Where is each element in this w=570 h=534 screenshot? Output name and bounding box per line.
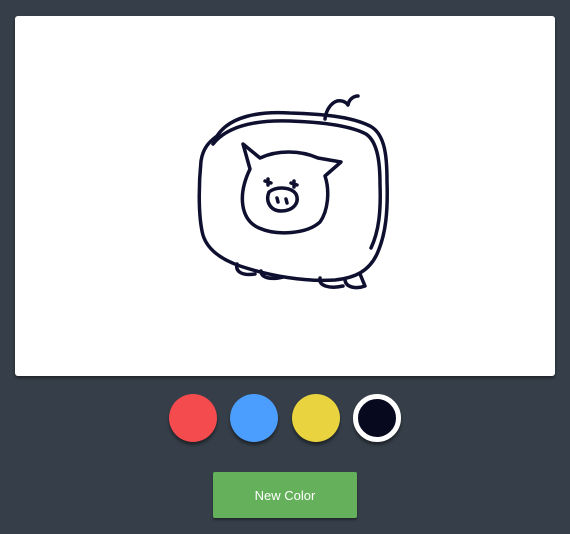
color-swatch-blue[interactable] xyxy=(230,394,278,442)
color-swatch-yellow[interactable] xyxy=(292,394,340,442)
drawing-app: New Color xyxy=(0,0,570,534)
color-palette xyxy=(0,394,570,444)
pig-drawing-icon xyxy=(197,94,389,290)
color-swatch-navy[interactable] xyxy=(353,394,401,442)
new-color-button[interactable]: New Color xyxy=(213,472,357,518)
color-swatch-red[interactable] xyxy=(169,394,217,442)
drawing-canvas[interactable] xyxy=(15,16,555,376)
